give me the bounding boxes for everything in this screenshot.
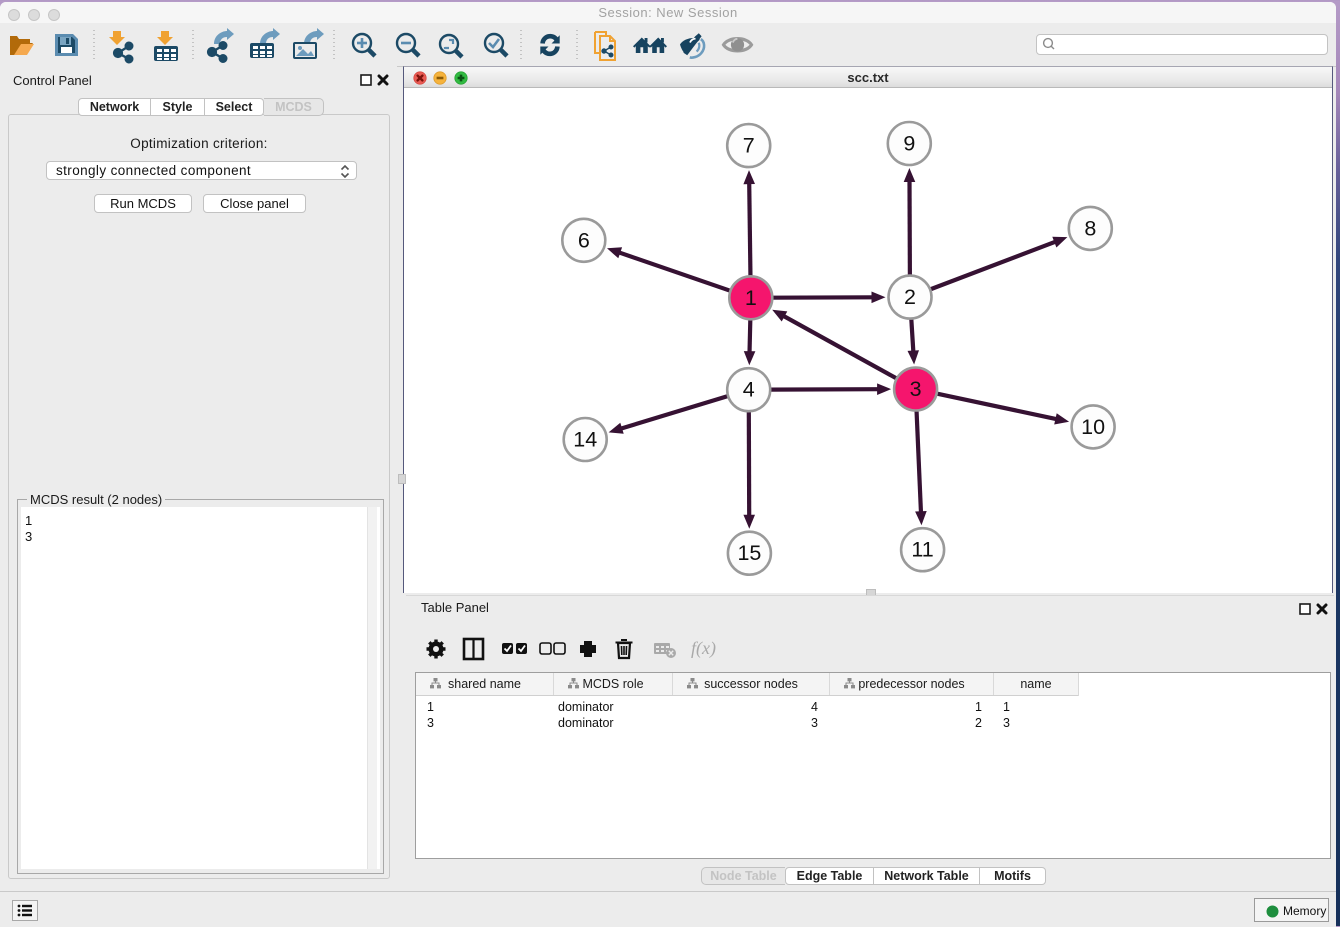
svg-text:7: 7 xyxy=(743,134,755,158)
svg-text:11: 11 xyxy=(911,538,933,562)
svg-text:f(x): f(x) xyxy=(691,638,716,659)
svg-text:14: 14 xyxy=(573,428,597,452)
svg-text:9: 9 xyxy=(903,132,915,156)
svg-text:1: 1 xyxy=(745,286,757,310)
svg-text:15: 15 xyxy=(737,541,761,565)
svg-text:10: 10 xyxy=(1081,415,1105,439)
svg-text:6: 6 xyxy=(578,228,590,252)
svg-text:2: 2 xyxy=(904,285,916,309)
svg-text:3: 3 xyxy=(910,377,922,401)
svg-text:8: 8 xyxy=(1084,216,1096,240)
svg-text:4: 4 xyxy=(743,378,755,402)
